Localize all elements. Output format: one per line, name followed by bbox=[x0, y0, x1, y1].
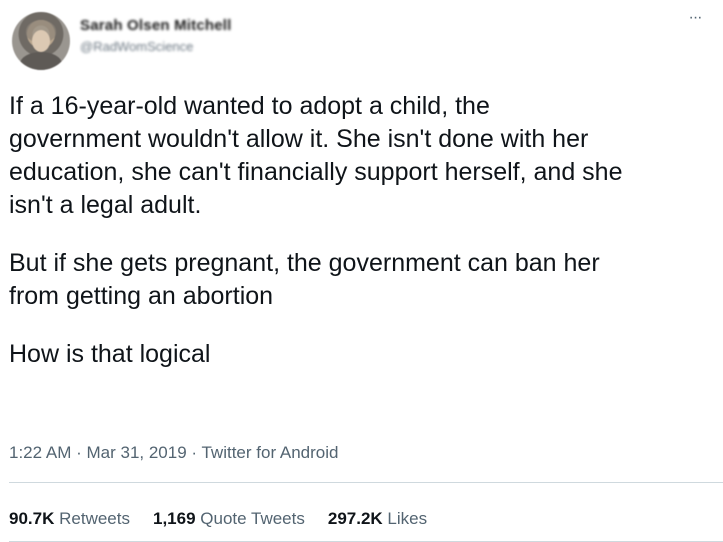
retweets-label: Retweets bbox=[59, 509, 130, 528]
likes-stat[interactable]: 297.2K Likes bbox=[328, 509, 427, 529]
tweet-line: If a 16-year-old wanted to adopt a child… bbox=[9, 92, 490, 120]
tweet-line: education, she can't financially support… bbox=[9, 158, 623, 186]
tweet-line: But if she gets pregnant, the government… bbox=[9, 249, 600, 277]
tweet: Sarah Olsen Mitchell @RadWomScience ··· … bbox=[0, 0, 723, 542]
quote-tweets-stat[interactable]: 1,169 Quote Tweets bbox=[153, 509, 305, 529]
meta-separator: · bbox=[186, 443, 202, 462]
tweet-line: How is that logical bbox=[9, 340, 211, 368]
likes-count: 297.2K bbox=[327, 509, 383, 528]
avatar[interactable] bbox=[12, 12, 70, 70]
meta-separator: · bbox=[71, 443, 87, 462]
author-handle[interactable]: @RadWomScience bbox=[80, 39, 193, 54]
retweets-count: 90.7K bbox=[9, 509, 55, 528]
avatar-face bbox=[32, 30, 50, 52]
tweet-line: from getting an abortion bbox=[9, 282, 274, 310]
tweet-line: government wouldn't allow it. She isn't … bbox=[9, 125, 589, 153]
retweets-stat[interactable]: 90.7K Retweets bbox=[9, 509, 130, 529]
avatar-body bbox=[20, 52, 62, 70]
more-options-icon[interactable]: ··· bbox=[681, 10, 709, 26]
likes-label: Likes bbox=[387, 509, 428, 528]
tweet-meta: 1:22 AM · Mar 31, 2019 · Twitter for And… bbox=[9, 443, 339, 463]
tweet-source: Twitter for Android bbox=[201, 443, 339, 462]
quote-tweets-count: 1,169 bbox=[152, 509, 196, 528]
tweet-stats: 90.7K Retweets 1,169 Quote Tweets 297.2K L… bbox=[9, 509, 450, 529]
divider bbox=[9, 482, 723, 483]
tweet-date[interactable]: Mar 31, 2019 bbox=[86, 443, 186, 462]
tweet-time[interactable]: 1:22 AM bbox=[9, 443, 71, 462]
quote-tweets-label: Quote Tweets bbox=[200, 509, 305, 528]
tweet-line: isn't a legal adult. bbox=[9, 191, 202, 219]
author-display-name[interactable]: Sarah Olsen Mitchell bbox=[80, 17, 232, 34]
tweet-text: If a 16-year-old wanted to adopt a child… bbox=[9, 90, 709, 371]
